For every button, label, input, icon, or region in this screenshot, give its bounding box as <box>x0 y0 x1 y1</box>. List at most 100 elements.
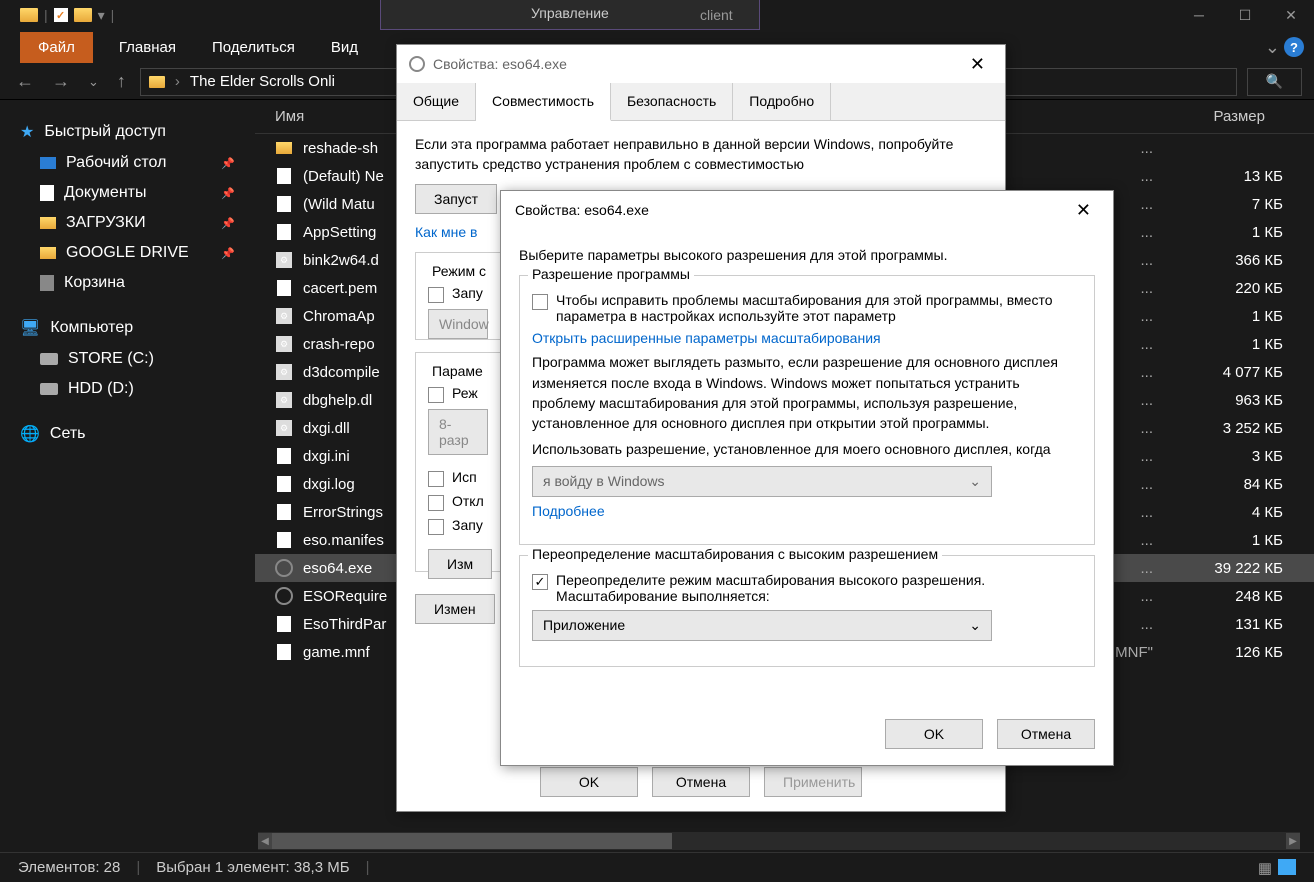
menu-view[interactable]: Вид <box>313 32 376 63</box>
sidebar-network[interactable]: 🌐Сеть <box>8 418 247 450</box>
tab-security[interactable]: Безопасность <box>611 83 733 120</box>
windows-version-select[interactable]: Window <box>428 309 488 339</box>
qat-dropdown[interactable]: ▾ <box>98 7 105 24</box>
scroll-left-button[interactable]: ◀ <box>258 833 272 849</box>
advanced-scaling-link[interactable]: Открыть расширенные параметры масштабиро… <box>532 330 881 346</box>
nav-up[interactable]: ↑ <box>113 67 130 96</box>
folder-icon <box>149 76 165 88</box>
check-icon[interactable]: ✓ <box>54 8 68 22</box>
details-view-icon[interactable]: ▦ <box>1258 859 1272 877</box>
chevron-down-icon: ⌄ <box>969 473 981 490</box>
horizontal-scrollbar[interactable]: ◀ ▶ <box>258 832 1300 850</box>
sidebar-desktop[interactable]: Рабочий стол📌 <box>8 148 247 178</box>
sidebar-quick-access[interactable]: ★Быстрый доступ <box>8 116 247 148</box>
file-icon <box>277 280 291 296</box>
tab-general[interactable]: Общие <box>397 83 476 120</box>
file-size: 1 КБ <box>1163 308 1283 325</box>
change-dpi-button[interactable]: Изм <box>428 549 492 579</box>
cancel-button[interactable]: Отмена <box>652 767 750 797</box>
sidebar-drive-c[interactable]: STORE (C:) <box>8 344 247 374</box>
file-icon <box>277 644 291 660</box>
dialog-title: Свойства: eso64.exe <box>433 56 567 72</box>
scaling-by-select[interactable]: Приложение⌄ <box>532 610 992 641</box>
menu-share[interactable]: Поделиться <box>194 32 313 63</box>
cancel-button[interactable]: Отмена <box>997 719 1095 749</box>
close-icon[interactable]: ✕ <box>962 50 993 79</box>
file-size: 963 КБ <box>1163 392 1283 409</box>
file-size: 1 КБ <box>1163 224 1283 241</box>
sidebar: ★Быстрый доступ Рабочий стол📌 Документы📌… <box>0 100 255 870</box>
override-legend: Переопределение масштабирования с высоки… <box>528 546 942 562</box>
help-icon[interactable]: ? <box>1284 37 1304 57</box>
network-icon: 🌐 <box>20 424 40 444</box>
ok-button[interactable]: OK <box>885 719 983 749</box>
run-troubleshoot-button[interactable]: Запуст <box>415 184 497 214</box>
nav-recent-dropdown[interactable]: ⌄ <box>84 70 103 94</box>
scroll-right-button[interactable]: ▶ <box>1286 833 1300 849</box>
color-mode-select[interactable]: 8-разр <box>428 409 488 455</box>
sidebar-computer[interactable]: 🖥Компьютер <box>8 312 247 344</box>
use-640-checkbox[interactable] <box>428 471 444 487</box>
file-icon <box>277 224 291 240</box>
dll-icon: ⚙ <box>276 336 292 352</box>
run-compat-checkbox[interactable] <box>428 287 444 303</box>
close-button[interactable]: ✕ <box>1268 0 1314 30</box>
dll-icon: ⚙ <box>276 364 292 380</box>
sidebar-documents[interactable]: Документы📌 <box>8 178 247 208</box>
learn-more-link[interactable]: Подробнее <box>532 503 605 519</box>
close-icon[interactable]: ✕ <box>1068 196 1099 225</box>
app-icon <box>275 559 293 577</box>
app-icon <box>275 587 293 605</box>
address-path: The Elder Scrolls Onli <box>190 73 335 90</box>
pin-icon: 📌 <box>221 157 235 170</box>
minimize-button[interactable]: ─ <box>1176 0 1222 30</box>
blur-info-text: Программа может выглядеть размыто, если … <box>532 352 1082 433</box>
star-icon: ★ <box>20 122 34 142</box>
ok-button[interactable]: OK <box>540 767 638 797</box>
drive-icon <box>40 383 58 395</box>
disable-fullscreen-checkbox[interactable] <box>428 495 444 511</box>
menu-file[interactable]: Файл <box>20 32 93 63</box>
file-icon <box>277 196 291 212</box>
folder-icon <box>40 217 56 229</box>
menu-home[interactable]: Главная <box>101 32 194 63</box>
divider: | <box>44 7 48 23</box>
dialog-titlebar[interactable]: Свойства: eso64.exe ✕ <box>501 191 1113 229</box>
maximize-button[interactable]: ☐ <box>1222 0 1268 30</box>
override-scaling-checkbox[interactable] <box>532 574 548 590</box>
use-dpi-text: Использовать разрешение, установленное д… <box>532 439 1082 459</box>
sidebar-gdrive[interactable]: GOOGLE DRIVE📌 <box>8 238 247 268</box>
ribbon-chevron-icon[interactable]: ⌄ <box>1265 37 1280 58</box>
nav-back[interactable]: ← <box>12 67 38 96</box>
run-admin-checkbox[interactable] <box>428 519 444 535</box>
sidebar-downloads[interactable]: ЗАГРУЗКИ📌 <box>8 208 247 238</box>
file-size: 126 КБ <box>1163 644 1283 661</box>
change-all-users-button[interactable]: Измен <box>415 594 495 624</box>
search-input[interactable]: 🔍 <box>1247 68 1302 96</box>
scroll-thumb[interactable] <box>272 833 672 849</box>
large-icons-view-icon[interactable] <box>1278 859 1296 875</box>
file-size: 1 КБ <box>1163 532 1283 549</box>
folder-icon[interactable] <box>74 8 92 22</box>
reduced-color-checkbox[interactable] <box>428 387 444 403</box>
computer-icon: 🖥 <box>20 318 40 338</box>
search-icon: 🔍 <box>1266 73 1283 90</box>
dialog-titlebar[interactable]: Свойства: eso64.exe ✕ <box>397 45 1005 83</box>
col-size[interactable]: Размер <box>1145 108 1265 125</box>
signin-select[interactable]: я войду в Windows⌄ <box>532 466 992 497</box>
file-size: 7 КБ <box>1163 196 1283 213</box>
tab-details[interactable]: Подробно <box>733 83 831 120</box>
tab-compatibility[interactable]: Совместимость <box>476 83 611 121</box>
desktop-icon <box>40 157 56 169</box>
nav-forward[interactable]: → <box>48 67 74 96</box>
dll-icon: ⚙ <box>276 252 292 268</box>
file-size: 248 КБ <box>1163 588 1283 605</box>
fix-scaling-checkbox[interactable] <box>532 294 548 310</box>
intro-text: Выберите параметры высокого разрешения д… <box>519 245 1095 265</box>
file-size: 3 252 КБ <box>1163 420 1283 437</box>
help-link[interactable]: Как мне в <box>415 224 477 240</box>
sidebar-drive-d[interactable]: HDD (D:) <box>8 374 247 404</box>
sidebar-recycle-bin[interactable]: Корзина <box>8 268 247 298</box>
apply-button[interactable]: Применить <box>764 767 862 797</box>
bin-icon <box>40 275 54 291</box>
